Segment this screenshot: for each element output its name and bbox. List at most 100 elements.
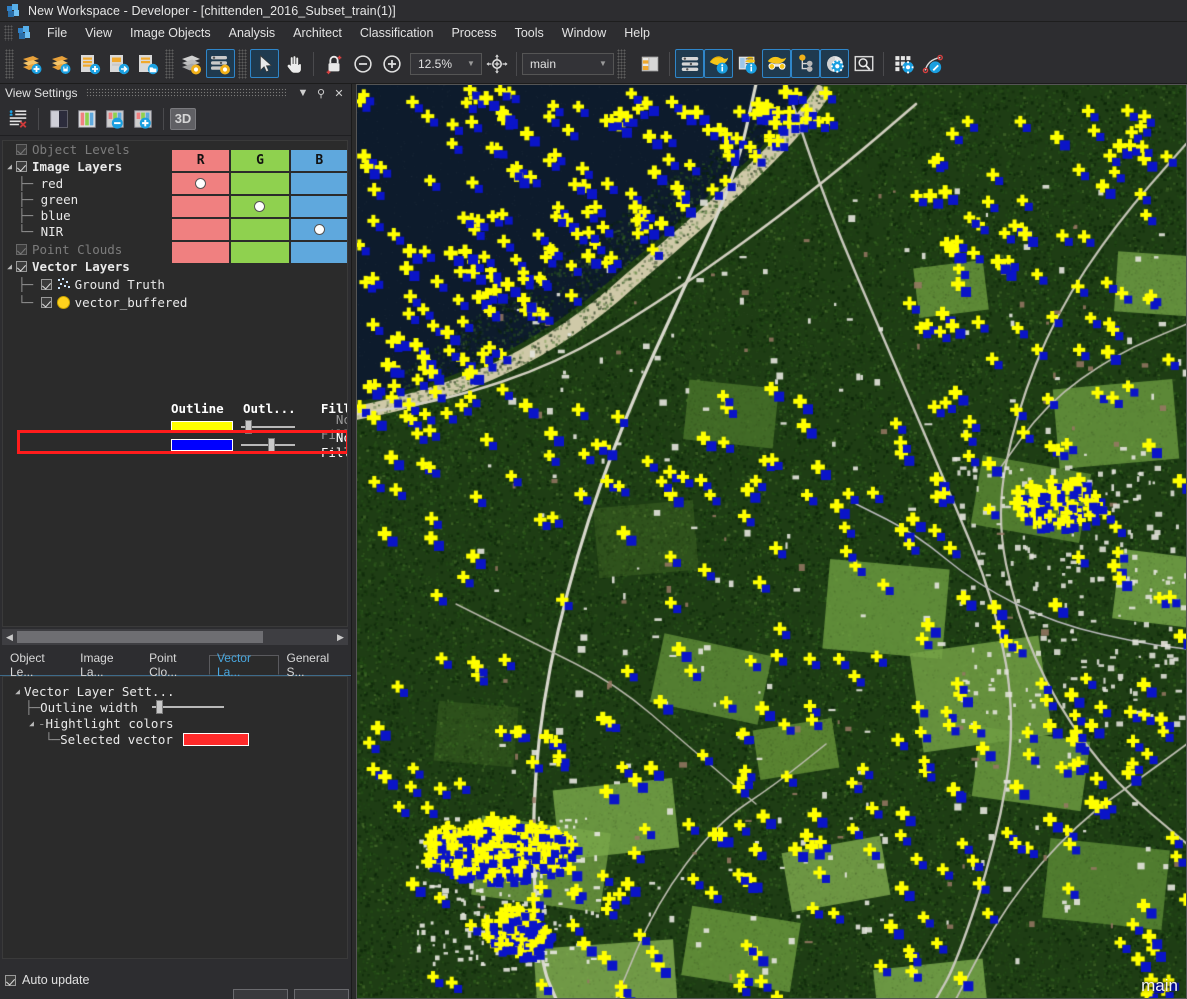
channel-cell-blue-b[interactable]	[290, 218, 348, 241]
feature-view-icon[interactable]	[733, 49, 762, 78]
open-project-icon[interactable]	[17, 49, 46, 78]
edit-curve-icon[interactable]	[918, 49, 947, 78]
menu-item-help[interactable]: Help	[615, 24, 659, 42]
ground-truth-width-slider[interactable]	[241, 420, 296, 434]
layer-grey-icon[interactable]	[45, 106, 73, 132]
zoom-lock-icon[interactable]	[319, 49, 348, 78]
zoom-out-icon[interactable]	[348, 49, 377, 78]
pan-tool-icon[interactable]	[279, 49, 308, 78]
tab-general-settings[interactable]: General S...	[279, 655, 352, 675]
channel-cell-nir-b[interactable]	[290, 241, 348, 264]
class-view-icon[interactable]	[762, 49, 791, 78]
tree-horizontal-scrollbar[interactable]: ◀ ▶	[2, 629, 348, 645]
point-clouds-checkbox[interactable]	[16, 244, 27, 255]
menu-item-architect[interactable]: Architect	[284, 24, 351, 42]
menu-item-file[interactable]: File	[38, 24, 76, 42]
create-project-icon[interactable]	[75, 49, 104, 78]
collapse-arrow-icon[interactable]: ◢	[3, 262, 16, 271]
collapse-arrow-icon[interactable]: ◢	[25, 719, 38, 728]
view-settings-tree[interactable]: Object Levels ◢ Image Layers ├─ red ├─ g…	[2, 140, 348, 627]
menu-item-process[interactable]: Process	[442, 24, 505, 42]
menu-item-tools[interactable]: Tools	[506, 24, 553, 42]
zoom-in-icon[interactable]	[377, 49, 406, 78]
zoom-region-icon[interactable]	[849, 49, 878, 78]
active-view-combo[interactable]: main ▼	[522, 53, 614, 75]
channel-cell-blue-g[interactable]	[230, 218, 289, 241]
zoom-fit-icon[interactable]	[482, 49, 511, 78]
ground-truth-checkbox[interactable]	[41, 279, 52, 290]
chevron-down-icon[interactable]: ▼	[463, 59, 479, 68]
menu-item-image-objects[interactable]: Image Objects	[121, 24, 220, 42]
chevron-down-icon[interactable]: ▼	[595, 59, 611, 68]
vector-buffered-width-slider[interactable]	[241, 438, 296, 452]
zoom-level-combo[interactable]: 12.5% ▼	[410, 53, 482, 75]
channel-cell-red-g[interactable]	[230, 172, 289, 195]
scroll-left-arrow-icon[interactable]: ◀	[2, 632, 17, 643]
3d-view-button[interactable]: 3D	[170, 108, 196, 130]
channel-cell-green-r[interactable]	[171, 195, 230, 218]
selected-vector-color-swatch[interactable]	[183, 733, 249, 746]
list-view-icon[interactable]	[675, 49, 704, 78]
channel-cell-red-b[interactable]	[290, 172, 348, 195]
open-workspace-icon[interactable]	[133, 49, 162, 78]
layer-stack-icon[interactable]	[177, 49, 206, 78]
ground-truth-outline-swatch[interactable]	[171, 421, 233, 433]
process-tree-icon[interactable]	[889, 49, 918, 78]
toolbar-grip-3[interactable]	[238, 49, 247, 79]
setting-outline-width-slider[interactable]	[152, 700, 224, 714]
pointer-tool-icon[interactable]	[250, 49, 279, 78]
menu-item-classification[interactable]: Classification	[351, 24, 443, 42]
tab-image-layers[interactable]: Image La...	[72, 655, 141, 675]
setting-highlight-colors[interactable]: ◢ - Hightlight colors	[3, 715, 347, 731]
save-project-icon[interactable]	[46, 49, 75, 78]
collapse-arrow-icon[interactable]: ◢	[3, 162, 16, 171]
pin-icon[interactable]: ⚲	[312, 85, 330, 101]
vector-buffered-fill-value[interactable]: No Fill	[303, 430, 348, 460]
menubar-grip[interactable]	[4, 25, 13, 41]
auto-update-row[interactable]: Auto update	[5, 973, 89, 987]
toolbar-grip-2[interactable]	[165, 49, 174, 79]
tab-point-clouds[interactable]: Point Clo...	[141, 655, 209, 675]
layer-rgb-icon[interactable]	[73, 106, 101, 132]
toolbar-grip-1[interactable]	[5, 49, 14, 79]
dialog-button-2[interactable]	[294, 989, 349, 999]
tab-vector-layers[interactable]: Vector La...	[209, 655, 279, 675]
menu-item-window[interactable]: Window	[553, 24, 615, 42]
menu-item-view[interactable]: View	[76, 24, 121, 42]
channel-cell-nir-g[interactable]	[230, 241, 289, 264]
hierarchy-icon[interactable]	[791, 49, 820, 78]
view-settings-icon[interactable]	[820, 49, 849, 78]
channel-cell-blue-r[interactable]	[171, 218, 230, 241]
setting-root[interactable]: ◢ Vector Layer Sett...	[3, 683, 347, 699]
image-layers-checkbox[interactable]	[16, 161, 27, 172]
object-info-icon[interactable]	[704, 49, 733, 78]
auto-update-checkbox[interactable]	[5, 975, 16, 986]
manage-layers-icon[interactable]	[206, 49, 235, 78]
split-view-icon[interactable]	[635, 49, 664, 78]
collapse-arrow-icon[interactable]: ◢	[11, 687, 24, 696]
close-icon[interactable]: ✕	[330, 85, 348, 101]
object-levels-checkbox[interactable]	[16, 144, 27, 155]
channel-cell-green-b[interactable]	[290, 195, 348, 218]
channel-cell-green-g[interactable]	[230, 195, 289, 218]
scroll-right-arrow-icon[interactable]: ▶	[333, 632, 348, 643]
tree-item-ground-truth[interactable]: ├─ Ground Truth	[3, 275, 347, 293]
chevron-down-icon[interactable]: ▼	[294, 85, 312, 101]
dialog-button-1[interactable]	[233, 989, 288, 999]
channel-cell-nir-r[interactable]	[171, 241, 230, 264]
map-view[interactable]: main	[356, 84, 1187, 999]
clear-view-settings-icon[interactable]	[4, 106, 32, 132]
toolbar-grip-4[interactable]	[617, 49, 626, 79]
tree-item-vector-buffered[interactable]: └─ vector_buffered	[3, 293, 347, 311]
setting-outline-width[interactable]: ├─ Outline width	[3, 699, 347, 715]
layer-remove-icon[interactable]	[101, 106, 129, 132]
channel-cell-red-r[interactable]	[171, 172, 230, 195]
menu-item-analysis[interactable]: Analysis	[220, 24, 285, 42]
aerial-image-canvas[interactable]	[356, 84, 1187, 999]
vector-layers-checkbox[interactable]	[16, 261, 27, 272]
vector-buffered-checkbox[interactable]	[41, 297, 52, 308]
import-project-icon[interactable]	[104, 49, 133, 78]
vector-buffered-outline-swatch[interactable]	[171, 439, 233, 451]
setting-selected-vector[interactable]: └─ Selected vector	[3, 731, 347, 747]
tab-object-levels[interactable]: Object Le...	[2, 655, 72, 675]
